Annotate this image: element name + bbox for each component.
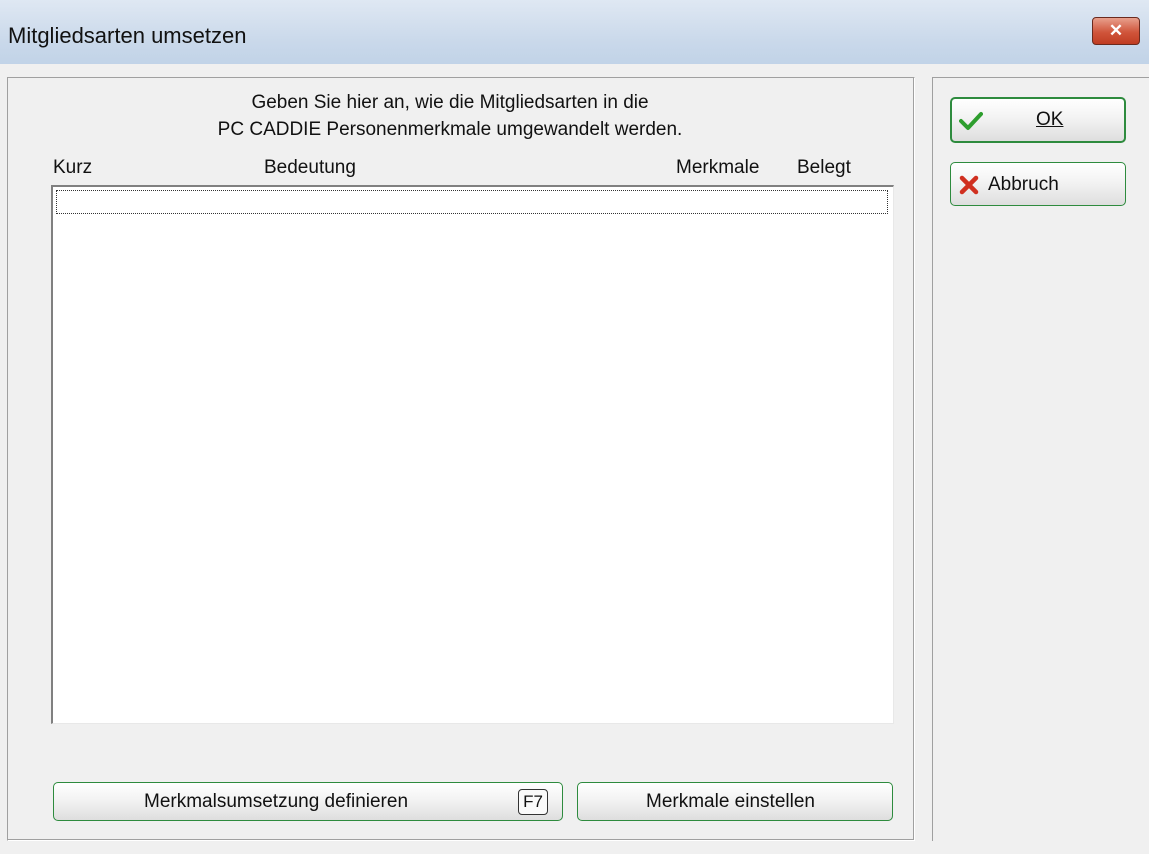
ok-button[interactable]: OK bbox=[950, 97, 1126, 143]
ok-label: OK bbox=[1036, 109, 1064, 130]
set-attributes-button[interactable]: Merkmale einstellen bbox=[577, 782, 893, 821]
column-header-bedeutung: Bedeutung bbox=[264, 157, 356, 178]
define-mapping-button[interactable]: Merkmalsumsetzung definieren F7 bbox=[53, 782, 563, 821]
cancel-label: Abbruch bbox=[988, 174, 1059, 195]
f7-shortcut-badge: F7 bbox=[518, 789, 548, 815]
column-header-kurz: Kurz bbox=[53, 157, 93, 178]
close-button[interactable]: ✕ bbox=[1092, 17, 1140, 45]
instruction-line-2: PC CADDIE Personenmerkmale umgewandelt w… bbox=[217, 119, 683, 140]
mapping-list[interactable] bbox=[51, 185, 894, 724]
dialog-window: Mitgliedsarten umsetzen ✕ Geben Sie hier… bbox=[0, 0, 1149, 854]
check-icon bbox=[959, 112, 983, 130]
column-header-merkmale: Merkmale bbox=[676, 157, 760, 178]
define-mapping-label: Merkmalsumsetzung definieren bbox=[144, 791, 409, 812]
list-focus-row[interactable] bbox=[56, 190, 888, 214]
close-icon: ✕ bbox=[1108, 21, 1124, 40]
instruction-line-1: Geben Sie hier an, wie die Mitgliedsarte… bbox=[251, 92, 649, 113]
dialog-body: Geben Sie hier an, wie die Mitgliedsarte… bbox=[0, 64, 1149, 854]
cross-icon bbox=[959, 175, 979, 195]
window-title: Mitgliedsarten umsetzen bbox=[8, 23, 247, 48]
cancel-button[interactable]: Abbruch bbox=[950, 162, 1126, 206]
set-attributes-label: Merkmale einstellen bbox=[646, 791, 815, 812]
column-header-belegt: Belegt bbox=[797, 157, 851, 178]
